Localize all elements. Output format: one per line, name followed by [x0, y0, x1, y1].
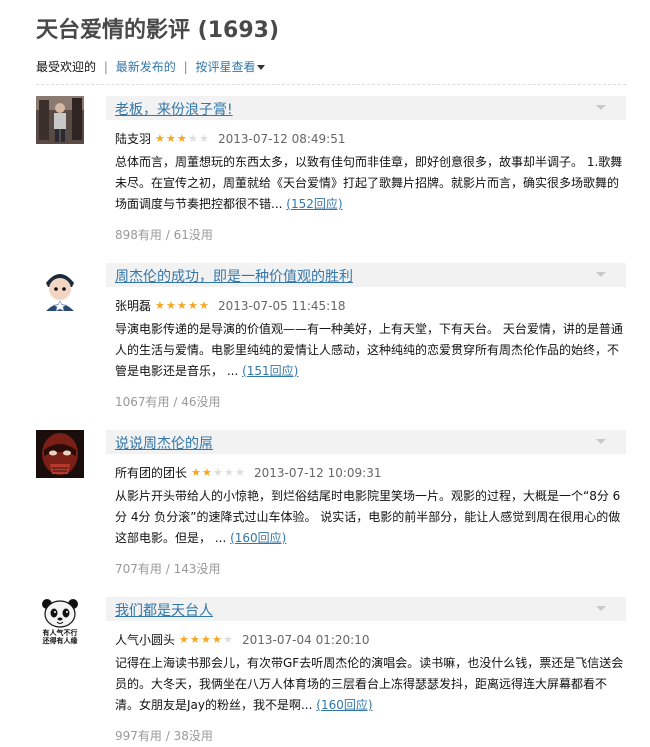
collapse-arrow-icon[interactable] [596, 606, 606, 611]
sort-by-rating-link[interactable]: 按评星查看 [195, 60, 266, 74]
star-icon: ★ [201, 633, 211, 646]
star-icon: ★ [155, 132, 165, 145]
panda-avatar[interactable]: 有人气不行 还得有人缘 [36, 597, 84, 645]
review-title-bar: 周杰伦的成功，即是一种价值观的胜利 [106, 263, 626, 287]
star-icon: ★ [177, 299, 187, 312]
sort-separator: | [183, 60, 188, 74]
star-icon: ★ [199, 132, 209, 145]
review-author[interactable]: 陆支羽 [115, 130, 151, 147]
review-replies-link[interactable]: (160回应) [316, 698, 372, 712]
review-votes: 1067有用 / 46没用 [115, 395, 221, 409]
review-replies-link[interactable]: (152回应) [286, 197, 342, 211]
review-item: 老板，来份浪子膏! 陆支羽 ★ ★ ★ ★ ★ 2013-07-12 08:49:51 … [36, 96, 626, 246]
avatar-caption: 有人气不行 还得有人缘 [42, 629, 78, 645]
review-body: 总体而言，周董想玩的东西太多，以致有佳句而非佳章，即好创意很多，故事却半调子。 … [115, 152, 625, 215]
review-meta: 陆支羽 ★ ★ ★ ★ ★ 2013-07-12 08:49:51 [115, 130, 345, 147]
cartoon-boy-avatar[interactable] [36, 263, 84, 311]
review-excerpt: 导演电影传递的是导演的价值观——有一种美好，上有天堂，下有天台。 天台爱情，讲的… [115, 322, 623, 378]
collapse-arrow-icon[interactable] [596, 272, 606, 277]
review-title-bar: 我们都是天台人 [106, 597, 626, 621]
collapse-arrow-icon[interactable] [596, 105, 606, 110]
review-votes: 707有用 / 143没用 [115, 562, 221, 576]
review-excerpt: 总体而言，周董想玩的东西太多，以致有佳句而非佳章，即好创意很多，故事却半调子。 … [115, 155, 623, 211]
review-title-link[interactable]: 说说周杰伦的屌 [115, 433, 213, 453]
review-replies-link[interactable]: (151回应) [242, 364, 298, 378]
star-icon: ★ [179, 633, 189, 646]
sort-separator: | [103, 60, 108, 74]
star-icon: ★ [199, 299, 209, 312]
star-icon: ★ [212, 633, 222, 646]
review-date: 2013-07-12 08:49:51 [218, 131, 346, 146]
review-title-link[interactable]: 老板，来份浪子膏! [115, 99, 233, 119]
review-title-link[interactable]: 周杰伦的成功，即是一种价值观的胜利 [115, 266, 353, 286]
star-icon: ★ [190, 633, 200, 646]
review-body: 导演电影传递的是导演的价值观——有一种美好，上有天堂，下有天台。 天台爱情，讲的… [115, 319, 625, 382]
review-meta: 所有团的团长 ★ ★ ★ ★ ★ 2013-07-12 10:09:31 [115, 464, 381, 481]
review-author[interactable]: 张明磊 [115, 297, 151, 314]
review-item: 周杰伦的成功，即是一种价值观的胜利 张明磊 ★ ★ ★ ★ ★ 2013-07-05 1… [36, 263, 626, 413]
star-icon: ★ [166, 299, 176, 312]
rating-stars: ★ ★ ★ ★ ★ [191, 467, 246, 478]
star-icon: ★ [202, 466, 212, 479]
star-icon: ★ [213, 466, 223, 479]
review-title-bar: 说说周杰伦的屌 [106, 430, 626, 454]
star-icon: ★ [191, 466, 201, 479]
divider [36, 84, 626, 85]
star-icon: ★ [166, 132, 176, 145]
star-icon: ★ [177, 132, 187, 145]
review-body: 记得在上海读书那会儿，有次带GF去听周杰伦的演唱会。读书嘛，也没什么钱，票还是飞… [115, 653, 625, 716]
sort-by-rating-label: 按评星查看 [195, 60, 256, 74]
collapse-arrow-icon[interactable] [596, 439, 606, 444]
review-excerpt: 从影片开头带给人的小惊艳，到烂俗结尾时电影院里笑场一片。观影的过程，大概是一个“… [115, 489, 621, 545]
sort-newest-link[interactable]: 最新发布的 [116, 60, 176, 74]
review-item: 说说周杰伦的屌 所有团的团长 ★ ★ ★ ★ ★ 2013-07-12 10:09:31… [36, 430, 626, 580]
review-author[interactable]: 所有团的团长 [115, 464, 187, 481]
review-date: 2013-07-05 11:45:18 [218, 298, 346, 313]
caret-down-icon [257, 65, 266, 70]
masked-face-avatar[interactable] [36, 430, 84, 478]
person-standing-avatar[interactable] [36, 96, 84, 144]
review-body: 从影片开头带给人的小惊艳，到烂俗结尾时电影院里笑场一片。观影的过程，大概是一个“… [115, 486, 625, 549]
sort-bar: 最受欢迎的 | 最新发布的 | 按评星查看 [36, 58, 266, 75]
review-votes: 898有用 / 61没用 [115, 228, 213, 242]
rating-stars: ★ ★ ★ ★ ★ [155, 300, 210, 311]
star-icon: ★ [223, 633, 233, 646]
review-date: 2013-07-12 10:09:31 [254, 465, 382, 480]
review-author[interactable]: 人气小圆头 [115, 631, 175, 648]
rating-stars: ★ ★ ★ ★ ★ [155, 133, 210, 144]
rating-stars: ★ ★ ★ ★ ★ [179, 634, 234, 645]
review-date: 2013-07-04 01:20:10 [242, 632, 370, 647]
star-icon: ★ [235, 466, 245, 479]
star-icon: ★ [188, 132, 198, 145]
review-title-bar: 老板，来份浪子膏! [106, 96, 626, 120]
star-icon: ★ [224, 466, 234, 479]
star-icon: ★ [188, 299, 198, 312]
star-icon: ★ [155, 299, 165, 312]
page-title: 天台爱情的影评 (1693) [36, 18, 279, 43]
review-title-link[interactable]: 我们都是天台人 [115, 600, 213, 620]
review-item: 有人气不行 还得有人缘 我们都是天台人 人气小圆头 ★ ★ ★ ★ ★ 2013-07-… [36, 597, 626, 747]
review-replies-link[interactable]: (160回应) [230, 531, 286, 545]
review-votes: 997有用 / 38没用 [115, 729, 213, 743]
sort-popular: 最受欢迎的 [36, 60, 97, 74]
review-meta: 张明磊 ★ ★ ★ ★ ★ 2013-07-05 11:45:18 [115, 297, 345, 314]
review-meta: 人气小圆头 ★ ★ ★ ★ ★ 2013-07-04 01:20:10 [115, 631, 369, 648]
